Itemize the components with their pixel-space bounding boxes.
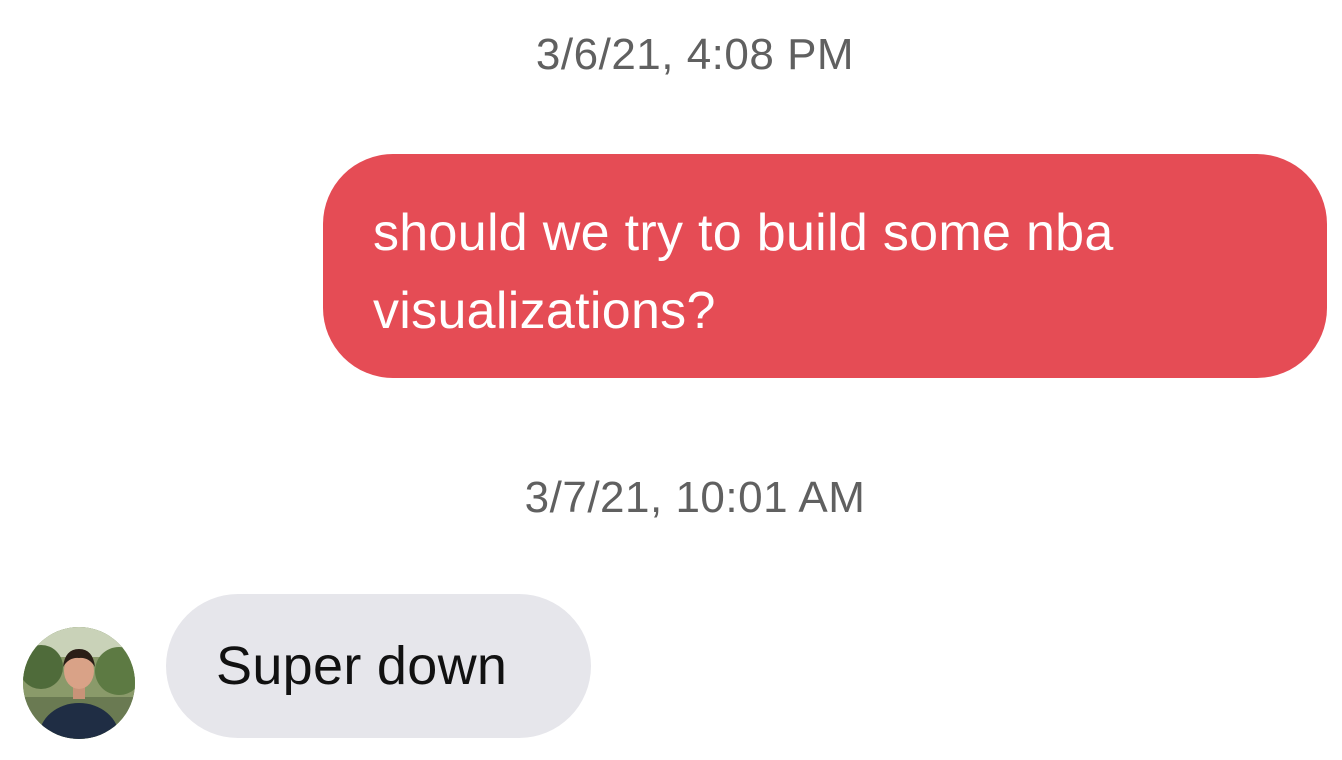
outgoing-message-bubble[interactable]: should we try to build some nba visualiz… [323,154,1327,378]
incoming-message-bubble[interactable]: Super down [166,594,591,738]
incoming-message-row: Super down [0,594,700,739]
message-timestamp: 3/6/21, 4:08 PM [535,30,855,79]
avatar[interactable] [23,627,135,739]
message-thread: 3/6/21, 4:08 PM should we try to build s… [0,0,1342,760]
message-timestamp: 3/7/21, 10:01 AM [524,473,866,522]
avatar-photo-icon [23,627,135,739]
